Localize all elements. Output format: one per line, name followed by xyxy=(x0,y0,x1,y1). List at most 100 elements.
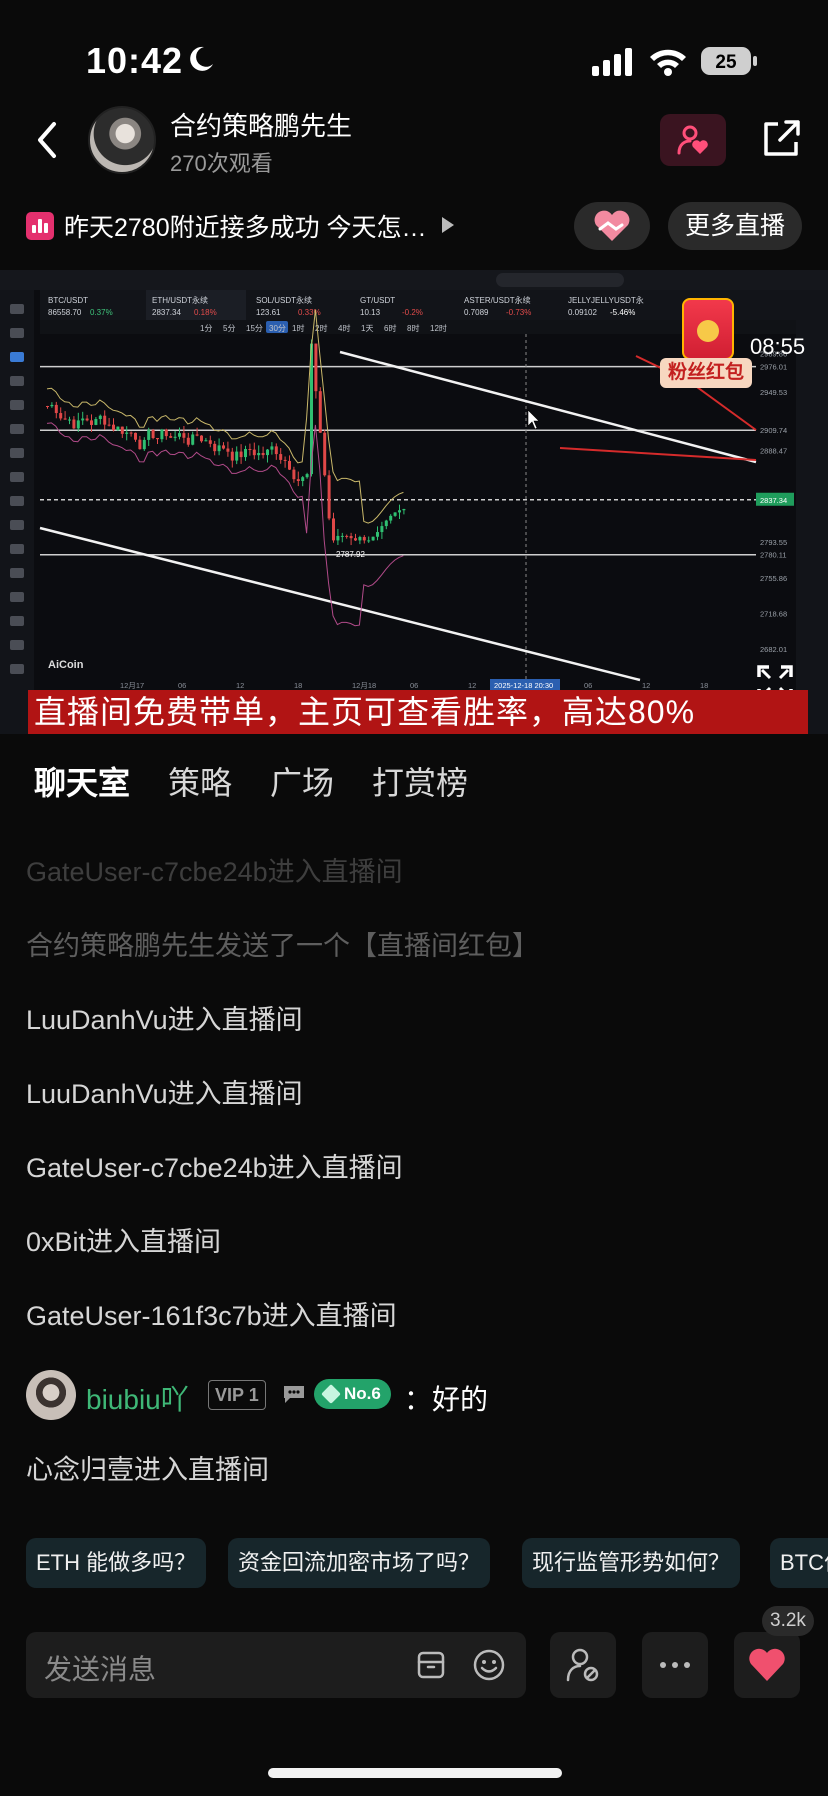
sidebar-tool-icon xyxy=(10,664,24,674)
price-axis-label: 2949.53 xyxy=(760,388,787,397)
back-icon[interactable] xyxy=(30,118,66,162)
more-options-button[interactable] xyxy=(642,1632,708,1698)
tab-tip-ranking[interactable]: 打赏榜 xyxy=(372,758,468,804)
tab-strategy[interactable]: 策略 xyxy=(168,758,232,804)
live-video[interactable]: BTC/USDT 86558.70 0.37% ETH/USDT永续 2837.34 0.… xyxy=(0,270,828,734)
home-indicator[interactable] xyxy=(268,1768,562,1778)
candle-body xyxy=(327,475,331,519)
follow-user-icon xyxy=(677,125,708,155)
red-packet-icon[interactable] xyxy=(682,298,734,360)
vip-badge: VIP 1 xyxy=(208,1380,266,1410)
quick-question-chip[interactable]: 现行监管形势如何？ xyxy=(522,1538,741,1588)
quick-question-chip[interactable]: BTC价 xyxy=(770,1538,828,1588)
candle-body xyxy=(213,443,217,452)
live-topic[interactable]: 昨天2780附近接多成功 今天怎… xyxy=(64,208,427,244)
candle-body xyxy=(292,469,296,480)
timeframe-label: 5分 xyxy=(223,324,235,333)
ticker-price: 123.61 xyxy=(256,308,281,317)
candle-body xyxy=(402,509,406,511)
ticker-symbol: ASTER/USDT永续 xyxy=(464,295,531,305)
heart-hands-button[interactable] xyxy=(574,202,650,250)
sidebar-tool-icon xyxy=(10,304,24,314)
sidebar-tool-icon xyxy=(10,448,24,458)
price-axis-label: 2718.68 xyxy=(760,610,787,619)
candle-body xyxy=(314,343,318,392)
user-name[interactable]: biubiu吖 xyxy=(86,1378,189,1418)
cellular-signal-icon xyxy=(592,48,632,76)
moon-icon xyxy=(190,46,213,71)
more-live-button[interactable]: 更多直播 xyxy=(668,202,802,250)
candle-body xyxy=(191,434,195,445)
user-avatar[interactable] xyxy=(26,1370,76,1420)
message-input[interactable]: 发送消息 xyxy=(26,1632,526,1698)
candle-body xyxy=(72,419,76,429)
candle-body xyxy=(147,429,151,440)
time-axis-label: 12 xyxy=(642,681,650,690)
candle-body xyxy=(120,426,124,434)
timeframe-label: 30分 xyxy=(269,324,286,333)
quick-question-chip[interactable]: ETH 能做多吗？ xyxy=(26,1538,207,1588)
candle-body xyxy=(186,437,190,445)
candle-body xyxy=(349,536,353,539)
candle-body xyxy=(261,453,265,456)
promo-banner: 直播间免费带单，主页可查看胜率，高达80% xyxy=(28,690,808,734)
battery-icon: 25 xyxy=(701,47,757,75)
message-placeholder: 发送消息 xyxy=(44,1654,157,1685)
sidebar-tool-icon xyxy=(10,520,24,530)
candle-body xyxy=(142,439,146,450)
follow-button[interactable] xyxy=(660,114,726,166)
host-name[interactable]: 合约策略鹏先生 xyxy=(170,106,352,143)
invite-user-button[interactable] xyxy=(550,1632,616,1698)
candle-body xyxy=(85,418,89,421)
live-topic-icon xyxy=(26,212,54,240)
candle-body xyxy=(46,406,49,407)
price-axis-label: 2976.01 xyxy=(760,363,787,372)
sidebar-tool-icon xyxy=(10,328,24,338)
candle-body xyxy=(393,512,397,516)
candle-body xyxy=(182,433,186,438)
tab-chatroom[interactable]: 聊天室 xyxy=(34,758,130,804)
red-packet-countdown: 08:55 xyxy=(750,334,806,359)
ticker-symbol: SOL/USDT永续 xyxy=(256,295,312,305)
candle-body xyxy=(336,535,340,541)
tab-square[interactable]: 广场 xyxy=(270,758,334,804)
host-avatar[interactable] xyxy=(88,106,156,174)
price-axis-label: 2793.55 xyxy=(760,538,787,547)
quick-question-list: ETH 能做多吗？ 资金回流加密市场了吗？ 现行监管形势如何？ BTC价 xyxy=(26,1538,828,1588)
candle-body xyxy=(367,540,371,542)
ticker-price: 10.13 xyxy=(360,308,381,317)
candle-body xyxy=(98,415,102,420)
like-button[interactable] xyxy=(734,1632,800,1698)
timeframe-label: 1天 xyxy=(361,324,373,333)
ticker-price: 0.09102 xyxy=(568,308,597,317)
candle-body xyxy=(389,515,393,521)
candle-body xyxy=(340,535,344,537)
sidebar-tool-icon xyxy=(10,616,24,626)
candle-body xyxy=(59,413,63,419)
share-icon[interactable] xyxy=(760,118,802,160)
timeframe-label: 15分 xyxy=(246,324,263,333)
time-axis-label: 06 xyxy=(410,681,418,690)
emoji-icon[interactable] xyxy=(472,1648,506,1682)
time-axis-label: 06 xyxy=(584,681,592,690)
user-link-icon xyxy=(566,1648,599,1682)
candle-body xyxy=(283,459,287,461)
quick-question-chip[interactable]: 资金回流加密市场了吗？ xyxy=(228,1538,491,1588)
candle-body xyxy=(50,404,54,407)
ticker-change: 0.37% xyxy=(90,308,113,317)
candle-body xyxy=(63,418,67,420)
price-axis-label: 2888.47 xyxy=(760,447,787,456)
fans-red-packet-label[interactable]: 粉丝红包 xyxy=(660,358,753,388)
candle-body xyxy=(252,449,256,456)
viewer-count: 270次观看 xyxy=(170,151,273,176)
candle-body xyxy=(164,429,168,437)
candle-body xyxy=(358,537,362,541)
play-triangle-icon[interactable] xyxy=(442,217,454,233)
price-axis-label: 2780.11 xyxy=(760,551,787,560)
price-axis-label: 2755.86 xyxy=(760,574,787,583)
sidebar-tool-icon xyxy=(10,376,24,386)
candle-body xyxy=(226,448,230,452)
candle-body xyxy=(288,460,291,470)
candle-body xyxy=(244,448,247,458)
gift-box-icon[interactable] xyxy=(416,1650,446,1680)
